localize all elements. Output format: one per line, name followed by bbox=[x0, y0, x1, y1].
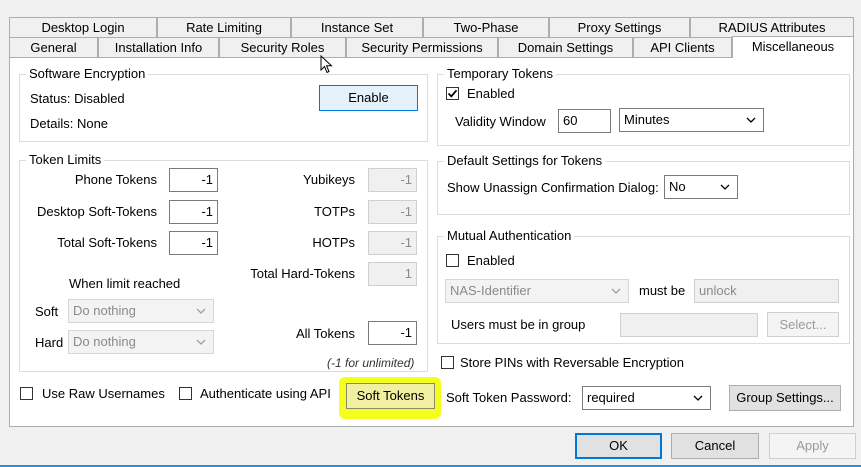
phone-tokens-label: Phone Tokens bbox=[74, 172, 157, 187]
cancel-button[interactable]: Cancel bbox=[671, 433, 759, 459]
chevron-down-icon bbox=[720, 184, 730, 190]
use-raw-usernames-checkbox[interactable] bbox=[20, 387, 33, 400]
nas-attribute-select[interactable]: NAS-Identifier bbox=[445, 279, 629, 303]
hard-action-value: Do nothing bbox=[73, 334, 136, 349]
tab-instance-set[interactable]: Instance Set bbox=[291, 17, 423, 37]
chevron-down-icon bbox=[196, 339, 206, 345]
unassign-dialog-value: No bbox=[669, 179, 686, 194]
tab-installation-info[interactable]: Installation Info bbox=[98, 37, 219, 57]
temp-tokens-enabled-label: Enabled bbox=[467, 86, 515, 101]
validity-unit-select[interactable]: Minutes bbox=[619, 108, 764, 132]
group-title: Software Encryption bbox=[26, 66, 149, 82]
total-soft-tokens-input[interactable]: -1 bbox=[169, 231, 218, 255]
soft-action-label: Soft bbox=[35, 304, 59, 319]
use-raw-usernames-label: Use Raw Usernames bbox=[42, 386, 165, 401]
yubikeys-input[interactable]: -1 bbox=[368, 168, 417, 192]
chevron-down-icon bbox=[196, 308, 206, 314]
group-settings-button[interactable]: Group Settings... bbox=[729, 385, 841, 411]
group-title: Mutual Authentication bbox=[444, 228, 575, 244]
users-group-input[interactable] bbox=[620, 313, 758, 337]
tab-domain-settings[interactable]: Domain Settings bbox=[498, 37, 633, 57]
checkmark-icon bbox=[447, 89, 458, 98]
tab-rate-limiting[interactable]: Rate Limiting bbox=[157, 17, 291, 37]
yubikeys-label: Yubikeys bbox=[302, 172, 355, 187]
totps-input[interactable]: -1 bbox=[368, 200, 417, 224]
tab-security-permissions[interactable]: Security Permissions bbox=[346, 37, 498, 57]
group-title: Default Settings for Tokens bbox=[444, 153, 606, 169]
total-soft-tokens-label: Total Soft-Tokens bbox=[57, 235, 157, 250]
temp-tokens-enabled-checkbox[interactable] bbox=[446, 87, 459, 100]
validity-window-label: Validity Window bbox=[455, 114, 546, 129]
total-hard-tokens-input[interactable]: 1 bbox=[368, 262, 417, 286]
apply-button[interactable]: Apply bbox=[769, 433, 856, 459]
unassign-dialog-select[interactable]: No bbox=[664, 175, 738, 199]
when-limit-reached-label: When limit reached bbox=[69, 276, 181, 291]
unlimited-note: (-1 for unlimited) bbox=[327, 356, 415, 370]
validity-window-input[interactable]: 60 bbox=[558, 109, 611, 133]
group-title: Temporary Tokens bbox=[444, 66, 556, 82]
tab-miscellaneous[interactable]: Miscellaneous bbox=[732, 36, 854, 58]
users-group-label: Users must be in group bbox=[451, 317, 586, 332]
authenticate-api-label: Authenticate using API bbox=[200, 386, 331, 401]
encryption-status: Status: Disabled bbox=[30, 91, 125, 106]
mutual-auth-enabled-label: Enabled bbox=[467, 253, 515, 268]
soft-token-password-label: Soft Token Password: bbox=[446, 390, 572, 405]
authenticate-api-checkbox[interactable] bbox=[179, 387, 192, 400]
nas-attribute-value: NAS-Identifier bbox=[450, 283, 531, 298]
chevron-down-icon bbox=[746, 117, 756, 123]
soft-token-password-select[interactable]: required bbox=[582, 386, 711, 410]
chevron-down-icon bbox=[611, 288, 621, 294]
tab-desktop-login[interactable]: Desktop Login bbox=[9, 17, 157, 37]
total-hard-tokens-label: Total Hard-Tokens bbox=[250, 266, 355, 281]
select-group-button[interactable]: Select... bbox=[767, 312, 839, 337]
tab-security-roles[interactable]: Security Roles bbox=[219, 37, 346, 57]
hard-action-select[interactable]: Do nothing bbox=[68, 330, 214, 354]
chevron-down-icon bbox=[693, 395, 703, 401]
soft-tokens-button[interactable]: Soft Tokens bbox=[346, 383, 435, 409]
hotps-label: HOTPs bbox=[312, 235, 355, 250]
totps-label: TOTPs bbox=[314, 204, 355, 219]
hard-action-label: Hard bbox=[35, 335, 64, 350]
must-be-label: must be bbox=[639, 283, 686, 298]
tab-proxy-settings[interactable]: Proxy Settings bbox=[549, 17, 690, 37]
tab-api-clients[interactable]: API Clients bbox=[633, 37, 732, 57]
store-pins-checkbox[interactable] bbox=[441, 356, 454, 369]
phone-tokens-input[interactable]: -1 bbox=[169, 168, 218, 192]
all-tokens-label: All Tokens bbox=[295, 326, 355, 341]
must-be-input[interactable]: unlock bbox=[694, 279, 839, 303]
unassign-dialog-label: Show Unassign Confirmation Dialog: bbox=[447, 180, 659, 195]
soft-token-password-value: required bbox=[587, 390, 635, 405]
store-pins-label: Store PINs with Reversable Encryption bbox=[460, 355, 684, 370]
ok-button[interactable]: OK bbox=[575, 433, 662, 459]
tab-two-phase[interactable]: Two-Phase bbox=[423, 17, 549, 37]
tab-radius-attributes[interactable]: RADIUS Attributes bbox=[690, 17, 854, 37]
group-title: Token Limits bbox=[26, 152, 105, 168]
enable-button[interactable]: Enable bbox=[319, 85, 418, 111]
soft-action-select[interactable]: Do nothing bbox=[68, 299, 214, 323]
mutual-auth-enabled-checkbox[interactable] bbox=[446, 254, 459, 267]
desktop-soft-tokens-input[interactable]: -1 bbox=[169, 200, 218, 224]
soft-action-value: Do nothing bbox=[73, 303, 136, 318]
desktop-soft-tokens-label: Desktop Soft-Tokens bbox=[37, 204, 157, 219]
tab-general[interactable]: General bbox=[9, 37, 98, 57]
validity-unit-value: Minutes bbox=[624, 112, 670, 127]
encryption-details: Details: None bbox=[30, 116, 109, 131]
all-tokens-input[interactable]: -1 bbox=[368, 321, 417, 345]
hotps-input[interactable]: -1 bbox=[368, 231, 417, 255]
mouse-cursor-icon bbox=[320, 55, 333, 74]
